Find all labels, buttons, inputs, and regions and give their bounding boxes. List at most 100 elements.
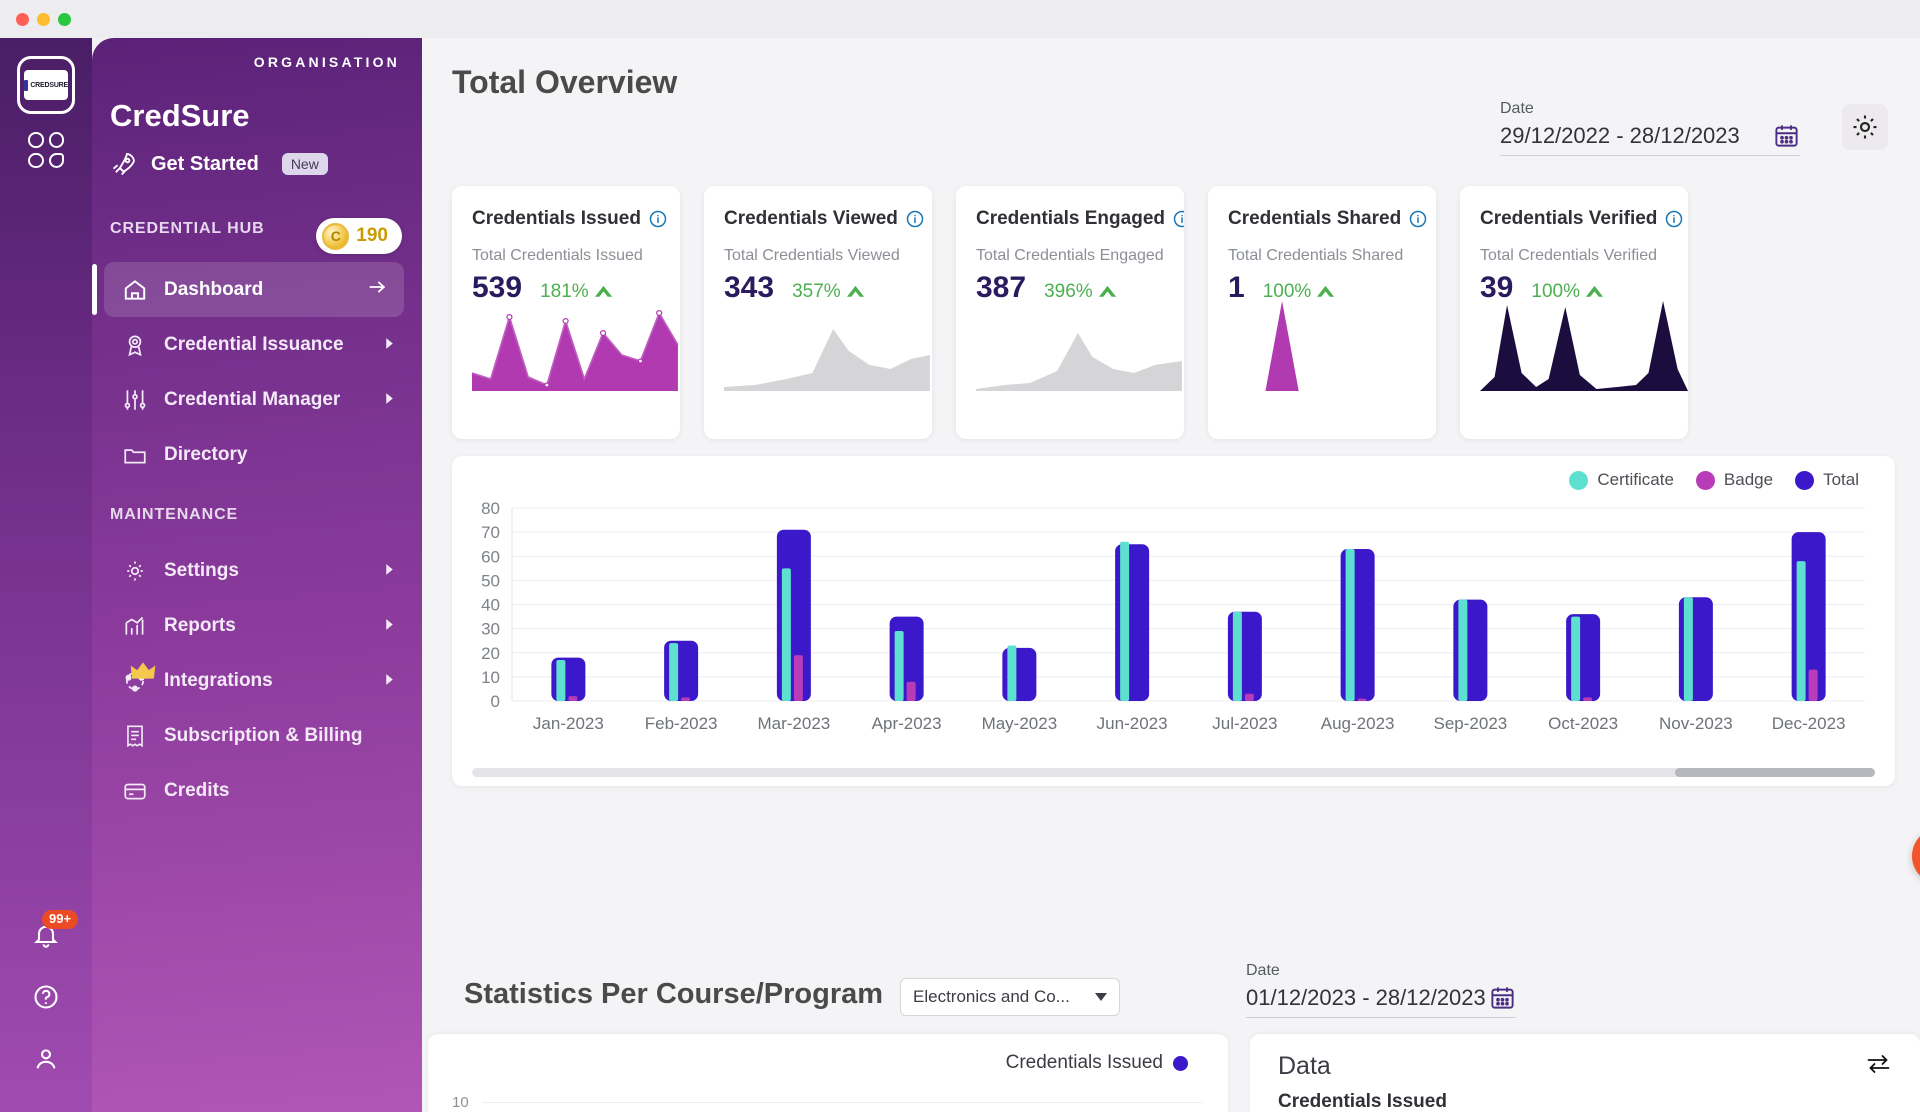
new-badge: New	[281, 153, 328, 175]
minimize-window-button[interactable]	[37, 12, 50, 26]
statistics-date-range-picker[interactable]: Date 01/12/2023 - 28/12/2023	[1246, 962, 1516, 1018]
g2-badge[interactable]: G2	[1912, 828, 1920, 884]
legend-dot-credentials-issued	[1173, 1055, 1188, 1071]
chart-horizontal-scrollbar[interactable]	[472, 768, 1875, 777]
svg-text:Feb-2023: Feb-2023	[645, 714, 718, 733]
kpi-card-credentials-engaged[interactable]: Credentials Engaged Total Credentials En…	[956, 186, 1184, 439]
sidebar: ORGANISATION CredSure Get Started New CR…	[92, 38, 422, 1112]
swap-icon[interactable]	[1865, 1053, 1892, 1080]
svg-text:70: 70	[481, 523, 500, 542]
help-icon	[34, 985, 58, 1009]
kpi-title: Credentials Engaged	[976, 208, 1184, 230]
kpi-card-credentials-shared[interactable]: Credentials Shared Total Credentials Sha…	[1208, 186, 1436, 439]
app-logo[interactable]: CREDSURE	[17, 56, 75, 114]
traffic-lights	[16, 12, 71, 26]
rail-bottom-icons: 99+	[0, 904, 92, 1090]
notifications-badge: 99+	[42, 910, 79, 929]
legend-item-total[interactable]: Total	[1795, 470, 1859, 490]
credits-pill[interactable]: C 190	[316, 218, 402, 254]
date-row[interactable]: 29/12/2022 - 28/12/2023	[1500, 122, 1800, 156]
data-panel-title: Data	[1278, 1052, 1331, 1080]
kpi-subtitle: Total Credentials Shared	[1228, 247, 1404, 264]
chart-scrollbar-thumb[interactable]	[1675, 768, 1875, 777]
sliders-icon	[124, 389, 146, 410]
course-program-select[interactable]: Electronics and Co...	[900, 978, 1120, 1016]
legend-item-badge[interactable]: Badge	[1695, 470, 1773, 490]
section-label-maintenance: MAINTENANCE	[110, 506, 239, 523]
date-label: Date	[1500, 100, 1534, 117]
get-started-label: Get Started	[151, 152, 259, 175]
calendar-icon[interactable]	[1489, 984, 1516, 1011]
user-profile-button[interactable]	[0, 1028, 92, 1090]
kpi-card-strip: Credentials Issued Total Credentials Iss…	[452, 186, 1920, 439]
logo-wordmark: CREDSURE	[30, 81, 68, 89]
legend-dot-badge	[1695, 470, 1715, 490]
kpi-card-credentials-verified[interactable]: Credentials Verified Total Credentials V…	[1460, 186, 1688, 439]
date-label: Date	[1246, 962, 1280, 979]
svg-text:Apr-2023: Apr-2023	[872, 714, 942, 733]
chevron-right-icon	[383, 670, 396, 692]
course-select-value: Electronics and Co...	[913, 987, 1070, 1006]
sidebar-item-settings[interactable]: Settings	[92, 543, 422, 598]
close-window-button[interactable]	[16, 12, 29, 26]
sidebar-item-reports[interactable]: Reports	[92, 598, 422, 653]
sidebar-item-credits[interactable]: Credits	[92, 763, 422, 818]
bottom-chart-y-axis: 10	[452, 1094, 469, 1112]
gear-icon	[127, 560, 143, 581]
data-panel-item-label: Credentials Issued	[1278, 1091, 1447, 1112]
svg-text:30: 30	[481, 620, 500, 639]
app-window: CREDSURE 99+ ORGANISATION CredSure Get S…	[0, 0, 1920, 1112]
gear-icon	[1853, 115, 1877, 139]
coin-icon: C	[322, 222, 350, 250]
crown-icon	[130, 662, 156, 679]
trend-up-icon	[1098, 286, 1116, 297]
notifications-button[interactable]: 99+	[0, 904, 92, 966]
maximize-window-button[interactable]	[58, 12, 71, 26]
info-icon	[906, 210, 924, 228]
overview-date-range-picker[interactable]: Date 29/12/2022 - 28/12/2023	[1500, 100, 1800, 156]
help-button[interactable]	[0, 966, 92, 1028]
main-content: Total Overview Date 29/12/2022 - 28/12/2…	[422, 38, 1920, 1112]
sidebar-item-label: Dashboard	[164, 278, 264, 300]
kpi-title: Credentials Issued	[472, 208, 667, 230]
app-logo-inner: CREDSURE	[24, 70, 68, 100]
sidebar-item-subscription-billing[interactable]: Subscription & Billing	[92, 708, 422, 763]
svg-text:Dec-2023: Dec-2023	[1772, 714, 1846, 733]
apps-grid-icon[interactable]	[22, 126, 70, 174]
svg-text:Mar-2023: Mar-2023	[757, 714, 830, 733]
bottom-chart-legend: Credentials Issued	[1006, 1052, 1188, 1074]
sidebar-item-label: Settings	[164, 559, 239, 581]
legend-item-certificate[interactable]: Certificate	[1569, 470, 1674, 490]
chart-legend: Certificate Badge Total	[1569, 470, 1859, 490]
kpi-subtitle: Total Credentials Verified	[1480, 247, 1657, 264]
kpi-card-credentials-viewed[interactable]: Credentials Viewed Total Credentials Vie…	[704, 186, 932, 439]
sidebar-item-integrations[interactable]: Integrations	[92, 653, 422, 708]
chevron-right-icon	[383, 334, 396, 356]
sidebar-item-credential-manager[interactable]: Credential Manager	[92, 372, 422, 427]
svg-text:Oct-2023: Oct-2023	[1548, 714, 1618, 733]
kpi-subtitle: Total Credentials Viewed	[724, 247, 900, 264]
overview-settings-button[interactable]	[1842, 104, 1888, 150]
monthly-credentials-chart-card: Certificate Badge Total 0 10 20 30 40 50 60 70 8…	[452, 456, 1895, 786]
folder-icon	[124, 448, 146, 463]
chevron-down-icon	[1095, 993, 1107, 1001]
kpi-card-credentials-issued[interactable]: Credentials Issued Total Credentials Iss…	[452, 186, 680, 439]
kpi-title-text: Credentials Verified	[1480, 208, 1658, 229]
sidebar-item-label: Subscription & Billing	[164, 724, 363, 746]
chevron-right-icon	[383, 389, 396, 411]
grid-cell-2	[48, 132, 64, 148]
legend-dot-total	[1795, 470, 1815, 490]
rocket-icon	[112, 153, 135, 176]
sidebar-item-credential-issuance[interactable]: Credential Issuance	[92, 317, 422, 372]
sidebar-item-directory[interactable]: Directory	[92, 427, 422, 482]
date-row[interactable]: 01/12/2023 - 28/12/2023	[1246, 984, 1516, 1018]
sidebar-item-get-started[interactable]: Get Started New	[110, 150, 328, 178]
info-icon	[1409, 210, 1427, 228]
brand-name: CredSure	[110, 98, 250, 133]
page-title: Total Overview	[452, 64, 678, 100]
window-titlebar	[0, 0, 1920, 38]
svg-text:60: 60	[481, 547, 500, 566]
credits-card-icon	[124, 783, 146, 799]
calendar-icon[interactable]	[1773, 122, 1800, 149]
sidebar-item-dashboard[interactable]: Dashboard	[92, 262, 404, 317]
